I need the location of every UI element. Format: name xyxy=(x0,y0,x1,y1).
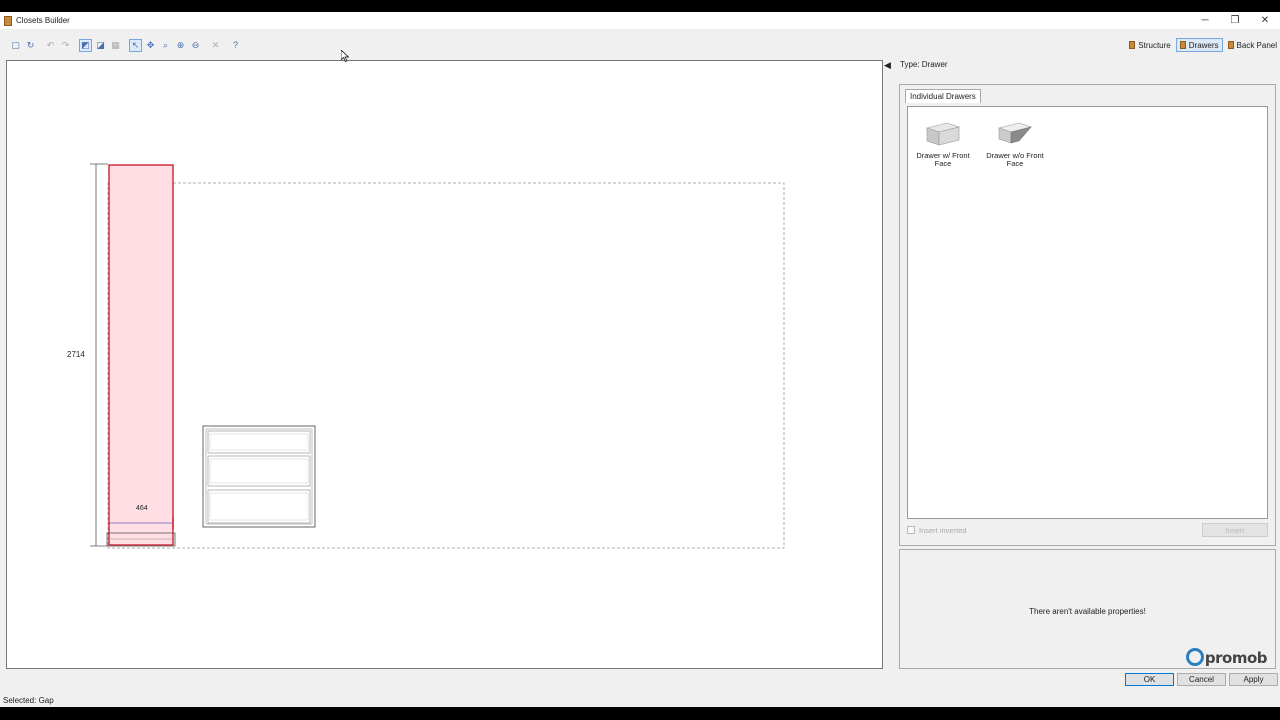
drawer-list: Drawer w/ Front Face Drawer w/o Front Fa… xyxy=(907,106,1268,519)
drawer-library-panel: Individual Drawers Drawer w/ Front Face … xyxy=(899,84,1276,546)
design-canvas[interactable]: 2714 464 xyxy=(6,60,883,669)
ok-button[interactable]: OK xyxy=(1125,673,1174,686)
zoom-out-icon: ⊖ xyxy=(191,39,200,50)
properties-panel: There aren't available properties! promo… xyxy=(899,549,1276,669)
list-item-label: Drawer w/o Front Face xyxy=(986,151,1044,168)
tab-structure[interactable]: Structure xyxy=(1126,38,1173,52)
insert-row: Insert inverted Insert xyxy=(907,523,1268,537)
title-bar: Closets Builder ─ ❐ ✕ xyxy=(0,12,1280,29)
zoom-window-icon: ⌕ xyxy=(162,39,169,50)
drawers-icon xyxy=(1179,41,1186,49)
tab-drawers-label: Drawers xyxy=(1188,40,1219,50)
new-doc-button[interactable]: ▢ xyxy=(9,39,22,52)
view-2d-button[interactable]: ◩ xyxy=(79,38,92,52)
tab-structure-label: Structure xyxy=(1138,40,1171,50)
undo-button[interactable]: ↶ xyxy=(44,39,57,52)
apply-button[interactable]: Apply xyxy=(1229,673,1278,686)
restore-button[interactable]: ❐ xyxy=(1220,12,1250,29)
redo-button[interactable]: ↷ xyxy=(59,39,72,52)
mouse-cursor-icon xyxy=(341,50,349,62)
insert-inverted-label: Insert inverted xyxy=(919,525,967,535)
promob-logo-icon xyxy=(1185,648,1204,666)
grid-button[interactable]: ▦ xyxy=(109,39,122,52)
delete-button[interactable]: ✕ xyxy=(209,39,222,52)
tab-drawers[interactable]: Drawers xyxy=(1175,38,1223,52)
tab-back-panel[interactable]: Back Panel xyxy=(1225,38,1280,52)
app-icon xyxy=(4,15,12,26)
new-doc-icon: ▢ xyxy=(11,39,20,50)
refresh-icon: ↻ xyxy=(26,39,35,50)
promob-logo: promob xyxy=(1185,648,1268,667)
collapse-panel-icon[interactable]: ◀ xyxy=(884,60,891,71)
status-bar: Selected: Gap xyxy=(0,693,1280,707)
list-item-drawer-with-front[interactable]: Drawer w/ Front Face xyxy=(911,121,975,168)
help-icon: ? xyxy=(232,40,238,50)
drawer-with-front-icon xyxy=(925,122,961,146)
type-label: Type: Drawer xyxy=(900,60,948,69)
view-3d-icon: ◪ xyxy=(96,39,105,50)
section-tabs: Structure Drawers Back Panel xyxy=(1124,37,1280,53)
refresh-button[interactable]: ↻ xyxy=(24,39,37,52)
view-2d-icon: ◩ xyxy=(81,39,90,50)
zoom-window-button[interactable]: ⌕ xyxy=(159,39,172,52)
help-button[interactable]: ? xyxy=(229,39,242,52)
drawer-without-front-icon xyxy=(997,122,1033,144)
selected-gap[interactable] xyxy=(108,164,174,546)
no-properties-message: There aren't available properties! xyxy=(1029,607,1146,616)
window-controls: ─ ❐ ✕ xyxy=(1190,12,1280,29)
delete-icon: ✕ xyxy=(211,39,220,50)
pan-icon: ✥ xyxy=(146,39,155,50)
structure-icon xyxy=(1129,41,1136,49)
window-title: Closets Builder xyxy=(16,16,70,25)
list-item-label: Drawer w/ Front Face xyxy=(916,151,970,168)
cancel-button[interactable]: Cancel xyxy=(1177,673,1226,686)
grid-icon: ▦ xyxy=(111,39,120,50)
insert-inverted-checkbox[interactable] xyxy=(907,526,915,534)
zoom-in-button[interactable]: ⊕ xyxy=(174,39,187,52)
drawer-unit[interactable] xyxy=(202,425,316,528)
insert-button[interactable]: Insert xyxy=(1202,523,1268,537)
undo-icon: ↶ xyxy=(46,39,55,50)
status-text: Selected: Gap xyxy=(3,695,54,705)
dimension-gap-label: 464 xyxy=(136,505,148,512)
pan-button[interactable]: ✥ xyxy=(144,39,157,52)
closets-builder-window: Closets Builder ─ ❐ ✕ ▢ ↻ ↶ ↷ ◩ ◪ ▦ ↖ ✥ ⌕ ⊕ ⊖ ✕? Str… xyxy=(0,12,1280,707)
promob-logo-text: promob xyxy=(1204,649,1268,667)
tab-individual-drawers[interactable]: Individual Drawers xyxy=(905,89,981,103)
zoom-out-button[interactable]: ⊖ xyxy=(189,39,202,52)
closet-drawing[interactable]: 2714 464 xyxy=(7,61,882,668)
close-button[interactable]: ✕ xyxy=(1250,12,1280,29)
zoom-in-icon: ⊕ xyxy=(176,39,185,50)
list-item-drawer-without-front[interactable]: Drawer w/o Front Face xyxy=(983,121,1047,168)
back-panel-icon xyxy=(1227,41,1234,49)
select-pointer-button[interactable]: ↖ xyxy=(129,38,142,52)
view-3d-button[interactable]: ◪ xyxy=(94,39,107,52)
toolbar: ▢ ↻ ↶ ↷ ◩ ◪ ▦ ↖ ✥ ⌕ ⊕ ⊖ ✕? xyxy=(0,37,880,53)
select-pointer-icon: ↖ xyxy=(131,39,140,50)
redo-icon: ↷ xyxy=(61,39,70,50)
tab-back-panel-label: Back Panel xyxy=(1236,40,1277,50)
dimension-height-label: 2714 xyxy=(67,350,85,359)
minimize-button[interactable]: ─ xyxy=(1190,12,1220,29)
